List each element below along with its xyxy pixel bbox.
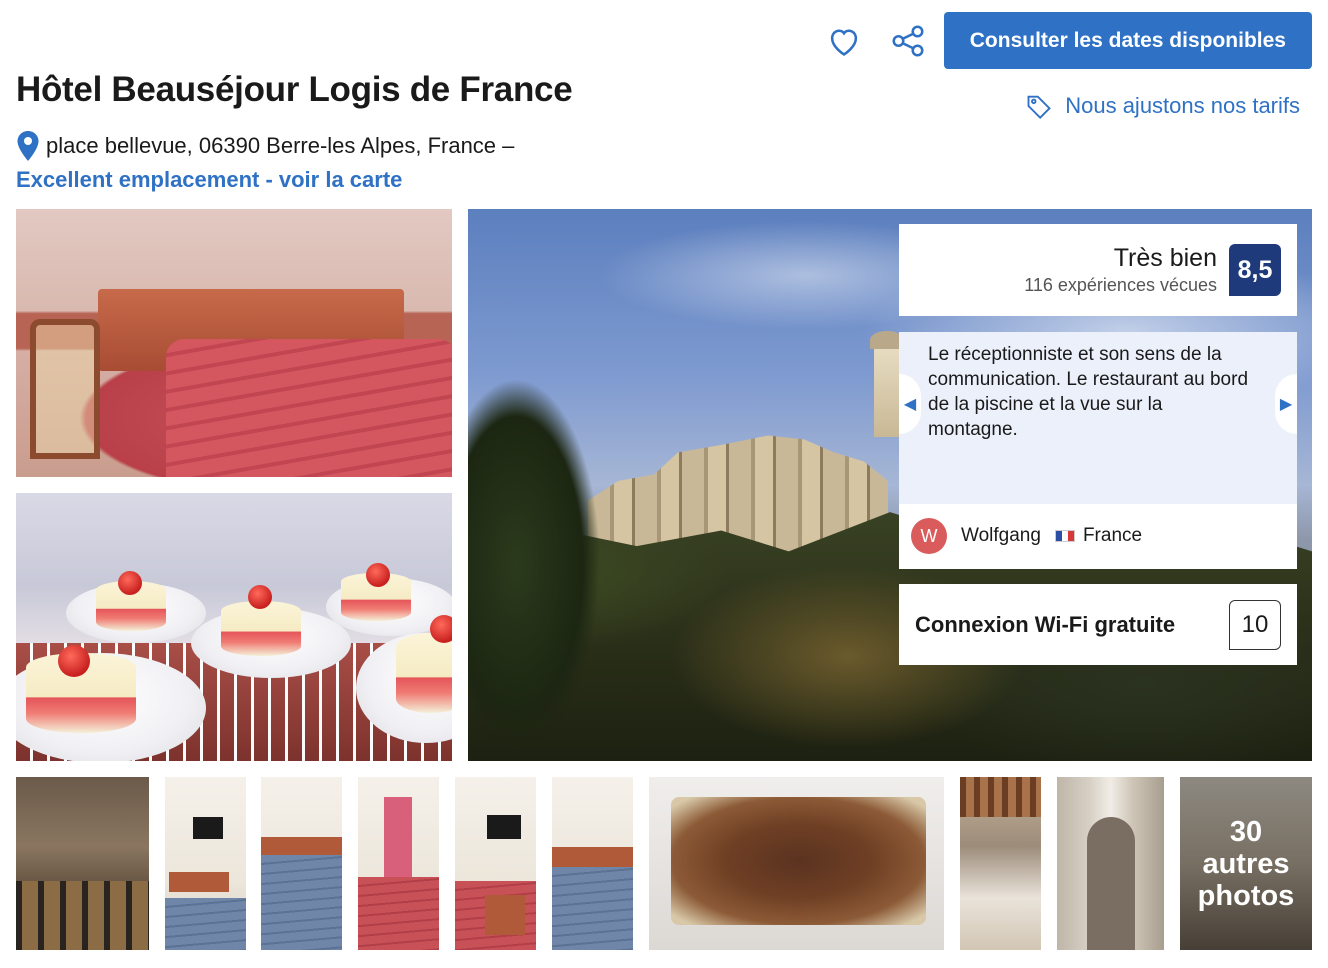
photo-detail	[169, 872, 229, 892]
photo-detail	[366, 563, 390, 587]
photo-detail	[58, 645, 90, 677]
photo-detail	[166, 339, 452, 477]
show-map-link[interactable]: Excellent emplacement - voir la carte	[16, 167, 402, 193]
gallery-thumbnail[interactable]	[960, 777, 1041, 950]
france-flag-icon	[1054, 529, 1075, 542]
guest-review-card: Le réceptionniste et son sens de la comm…	[899, 332, 1297, 569]
review-score-card[interactable]: Très bien 116 expériences vécues 8,5	[899, 224, 1297, 316]
photo-detail	[248, 585, 272, 609]
more-photos-overlay: 30 autres photos	[1180, 777, 1312, 950]
facility-score: 10	[1229, 599, 1281, 650]
favorite-button[interactable]	[812, 12, 876, 69]
gallery-thumbnail[interactable]	[1057, 777, 1164, 950]
tag-icon	[1027, 95, 1052, 119]
photo-desserts[interactable]	[16, 493, 452, 761]
more-photos-label-line1: autres	[1202, 847, 1290, 880]
photo-detail	[430, 615, 452, 643]
photo-detail	[487, 815, 521, 839]
gallery-thumbnail[interactable]	[552, 777, 633, 950]
score-badge: 8,5	[1229, 244, 1281, 296]
gallery-more-photos[interactable]: 30 autres photos	[1180, 777, 1312, 950]
photo-detail	[468, 269, 628, 761]
check-availability-button[interactable]: Consulter les dates disponibles	[943, 12, 1312, 69]
photo-detail	[485, 895, 525, 935]
photo-detail	[396, 633, 452, 713]
facility-score-card: Connexion Wi-Fi gratuite 10	[899, 584, 1297, 665]
price-match-link[interactable]: Nous ajustons nos tarifs	[1025, 92, 1300, 120]
photo-detail	[30, 319, 100, 459]
gallery-thumbnail[interactable]	[16, 777, 149, 950]
gallery-thumbnail[interactable]	[165, 777, 246, 950]
photo-detail	[118, 571, 142, 595]
photo-detail	[165, 898, 246, 950]
photo-detail	[261, 854, 342, 950]
photo-bedroom[interactable]	[16, 209, 452, 477]
gallery-thumbnail[interactable]	[649, 777, 944, 950]
hotel-address: place bellevue, 06390 Berre-les Alpes, F…	[16, 130, 514, 162]
more-photos-count: 30	[1229, 815, 1263, 848]
gallery-thumbnail[interactable]	[455, 777, 536, 950]
share-icon	[892, 24, 924, 57]
reviewer-country-label: France	[1082, 525, 1143, 546]
review-text: Le réceptionniste et son sens de la comm…	[899, 332, 1297, 504]
more-photos-label-line2: photos	[1197, 879, 1295, 912]
chevron-right-icon: ▶	[1279, 396, 1293, 413]
share-button[interactable]	[876, 12, 940, 69]
review-next-button[interactable]: ▶	[1275, 374, 1297, 434]
photo-detail	[384, 797, 412, 887]
photo-detail	[1087, 817, 1135, 950]
score-label: Très bien	[1113, 244, 1217, 272]
hotel-name: Hôtel Beauséjour Logis de France	[16, 70, 573, 109]
photo-detail	[358, 877, 439, 950]
avatar: W	[911, 518, 947, 554]
reviewer: W Wolfgang France	[911, 518, 1142, 554]
photo-detail	[960, 777, 1041, 817]
facility-label: Connexion Wi-Fi gratuite	[915, 611, 1176, 637]
address-text: place bellevue, 06390 Berre-les Alpes, F…	[46, 133, 515, 158]
photo-detail	[870, 331, 904, 437]
review-count: 116 expériences vécues	[1024, 275, 1217, 295]
photo-detail	[552, 866, 633, 950]
map-pin-icon	[17, 131, 39, 161]
heart-icon	[830, 28, 857, 56]
photo-detail	[16, 880, 149, 950]
photo-detail	[552, 847, 633, 867]
reviewer-country: France	[1054, 525, 1143, 547]
top-action-bar: Consulter les dates disponibles	[812, 12, 1312, 69]
score-text: Très bien 116 expériences vécues	[1024, 244, 1217, 296]
reviewer-name: Wolfgang	[961, 525, 1041, 546]
photo-detail	[193, 817, 223, 839]
photo-detail	[671, 797, 926, 925]
gallery-thumbnail[interactable]	[358, 777, 439, 950]
chevron-left-icon: ◀	[903, 396, 917, 413]
photo-detail	[221, 601, 301, 656]
price-match-label: Nous ajustons nos tarifs	[1065, 93, 1300, 118]
gallery-thumbnail[interactable]	[261, 777, 342, 950]
